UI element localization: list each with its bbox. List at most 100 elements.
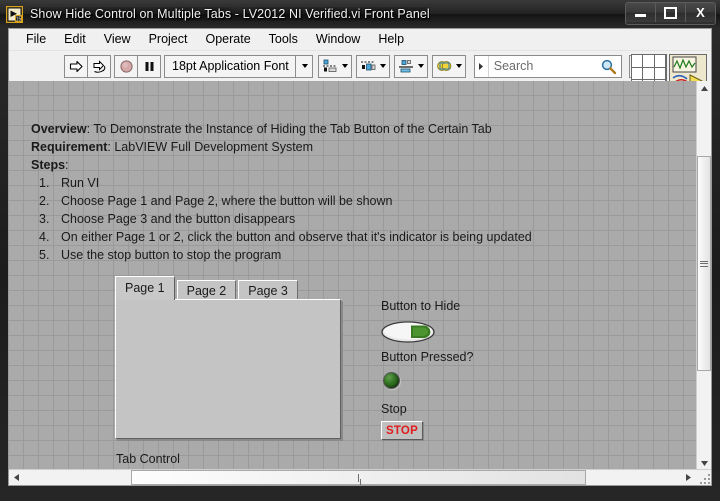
- tab-page-3[interactable]: Page 3: [238, 280, 298, 300]
- requirement-line: Requirement: LabVIEW Full Development Sy…: [31, 138, 651, 156]
- tab-control[interactable]: Page 1 Page 2 Page 3: [115, 276, 345, 446]
- menu-item-operate[interactable]: Operate: [196, 30, 259, 49]
- search-input-placeholder: Search: [493, 59, 534, 73]
- menu-item-tools[interactable]: Tools: [260, 30, 307, 49]
- run-continuously-icon: [93, 59, 105, 73]
- maximize-button[interactable]: [656, 3, 686, 22]
- overview-label: Overview: [31, 122, 87, 136]
- chevron-down-icon: [302, 64, 309, 68]
- run-continuously-button[interactable]: [87, 54, 111, 78]
- scroll-up-arrow[interactable]: [697, 81, 711, 96]
- svg-text:15: 15: [16, 16, 22, 22]
- list-item: 4. On either Page 1 or 2, click the butt…: [31, 228, 651, 246]
- menu-item-view[interactable]: View: [95, 30, 140, 49]
- scroll-right-arrow[interactable]: [681, 470, 696, 485]
- tab-page-body[interactable]: [115, 299, 341, 439]
- pause-button[interactable]: [137, 54, 161, 78]
- requirement-label: Requirement: [31, 140, 108, 154]
- client-area: File Edit View Project Operate Tools Win…: [8, 28, 712, 486]
- led-label: Button Pressed?: [381, 350, 474, 364]
- menu-item-edit[interactable]: Edit: [55, 30, 95, 49]
- menu-bar: File Edit View Project Operate Tools Win…: [9, 29, 711, 51]
- scrollbar-grip: [358, 473, 361, 485]
- step-number: 4.: [39, 230, 50, 244]
- step-number: 3.: [39, 212, 50, 226]
- step-number: 5.: [39, 248, 50, 262]
- resize-grip[interactable]: [697, 471, 710, 484]
- reorder-objects-button[interactable]: [431, 54, 466, 78]
- resize-objects-button[interactable]: [393, 54, 428, 78]
- run-button[interactable]: [64, 54, 88, 78]
- chevron-down-icon: [341, 64, 348, 68]
- tab-page-1[interactable]: Page 1: [115, 276, 175, 300]
- align-objects-icon: [322, 59, 337, 72]
- steps-heading: Steps:: [31, 156, 651, 174]
- button-to-hide-switch[interactable]: [381, 321, 435, 343]
- list-item: 3. Choose Page 3 and the button disappea…: [31, 210, 651, 228]
- menu-item-file[interactable]: File: [17, 30, 55, 49]
- window-controls: X: [625, 2, 716, 25]
- minimize-button[interactable]: [626, 3, 656, 22]
- window-title: Show Hide Control on Multiple Tabs - LV2…: [30, 7, 430, 21]
- steps-label: Steps: [31, 158, 66, 172]
- stop-label: Stop: [381, 402, 407, 416]
- abort-execution-icon: [119, 59, 133, 73]
- chevron-down-icon: [379, 64, 386, 68]
- step-text: On either Page 1 or 2, click the button …: [61, 230, 532, 244]
- resize-objects-icon: [398, 59, 413, 72]
- vertical-scrollbar-thumb[interactable]: [697, 156, 711, 371]
- step-text: Run VI: [61, 176, 100, 190]
- horizontal-scrollbar[interactable]: [9, 469, 711, 485]
- stop-button[interactable]: STOP: [381, 421, 423, 440]
- horizontal-scrollbar-thumb[interactable]: [131, 470, 586, 485]
- distribute-objects-icon: [360, 61, 376, 70]
- minimize-icon: [635, 14, 646, 17]
- menu-item-help[interactable]: Help: [369, 30, 413, 49]
- chevron-down-icon: [455, 64, 462, 68]
- switch-label: Button to Hide: [381, 299, 461, 313]
- tab-strip: Page 1 Page 2 Page 3: [115, 276, 300, 300]
- reorder-objects-icon: [436, 60, 452, 71]
- expand-arrow-icon[interactable]: [475, 55, 489, 77]
- labview-window: 15 Show Hide Control on Multiple Tabs - …: [0, 0, 720, 501]
- overview-line: Overview: To Demonstrate the Instance of…: [31, 120, 651, 138]
- step-text: Choose Page 3 and the button disappears: [61, 212, 296, 226]
- run-arrow-icon: [69, 60, 83, 72]
- chevron-down-icon: [417, 64, 424, 68]
- documentation-text: Overview: To Demonstrate the Instance of…: [31, 120, 651, 264]
- align-objects-button[interactable]: [317, 54, 352, 78]
- front-panel-canvas[interactable]: Overview: To Demonstrate the Instance of…: [9, 81, 697, 471]
- abort-execution-button[interactable]: [114, 54, 138, 78]
- run-controls-group: [64, 54, 161, 78]
- labview-vi-icon: 15: [5, 5, 24, 23]
- button-pressed-led: [383, 372, 400, 389]
- tool-bar: 18pt Application Font Search: [9, 51, 711, 94]
- magnifier-icon: [601, 59, 616, 74]
- step-number: 1.: [39, 176, 50, 190]
- pause-icon: [145, 61, 153, 71]
- list-item: 1. Run VI: [31, 174, 651, 192]
- font-selector-dropdown[interactable]: [294, 55, 312, 77]
- scroll-left-arrow[interactable]: [9, 470, 24, 485]
- list-item: 5. Use the stop button to stop the progr…: [31, 246, 651, 264]
- distribute-objects-button[interactable]: [355, 54, 390, 78]
- step-text: Use the stop button to stop the program: [61, 248, 282, 262]
- menu-item-project[interactable]: Project: [140, 30, 197, 49]
- step-number: 2.: [39, 194, 50, 208]
- tab-control-caption: Tab Control: [116, 452, 180, 466]
- scrollbar-grip: [700, 259, 708, 268]
- search-input[interactable]: Search: [473, 54, 622, 78]
- close-icon: X: [696, 5, 705, 20]
- overview-text: : To Demonstrate the Instance of Hiding …: [86, 122, 492, 136]
- step-text: Choose Page 1 and Page 2, where the butt…: [61, 194, 393, 208]
- close-button[interactable]: X: [686, 3, 715, 22]
- vertical-scrollbar[interactable]: [696, 81, 711, 471]
- steps-list: 1. Run VI 2. Choose Page 1 and Page 2, w…: [31, 174, 651, 264]
- font-selector[interactable]: 18pt Application Font: [164, 54, 313, 78]
- tab-page-2[interactable]: Page 2: [176, 280, 237, 300]
- list-item: 2. Choose Page 1 and Page 2, where the b…: [31, 192, 651, 210]
- font-selector-value: 18pt Application Font: [172, 59, 289, 73]
- menu-item-window[interactable]: Window: [307, 30, 369, 49]
- steps-colon: :: [65, 158, 69, 172]
- title-bar: 15 Show Hide Control on Multiple Tabs - …: [0, 0, 720, 28]
